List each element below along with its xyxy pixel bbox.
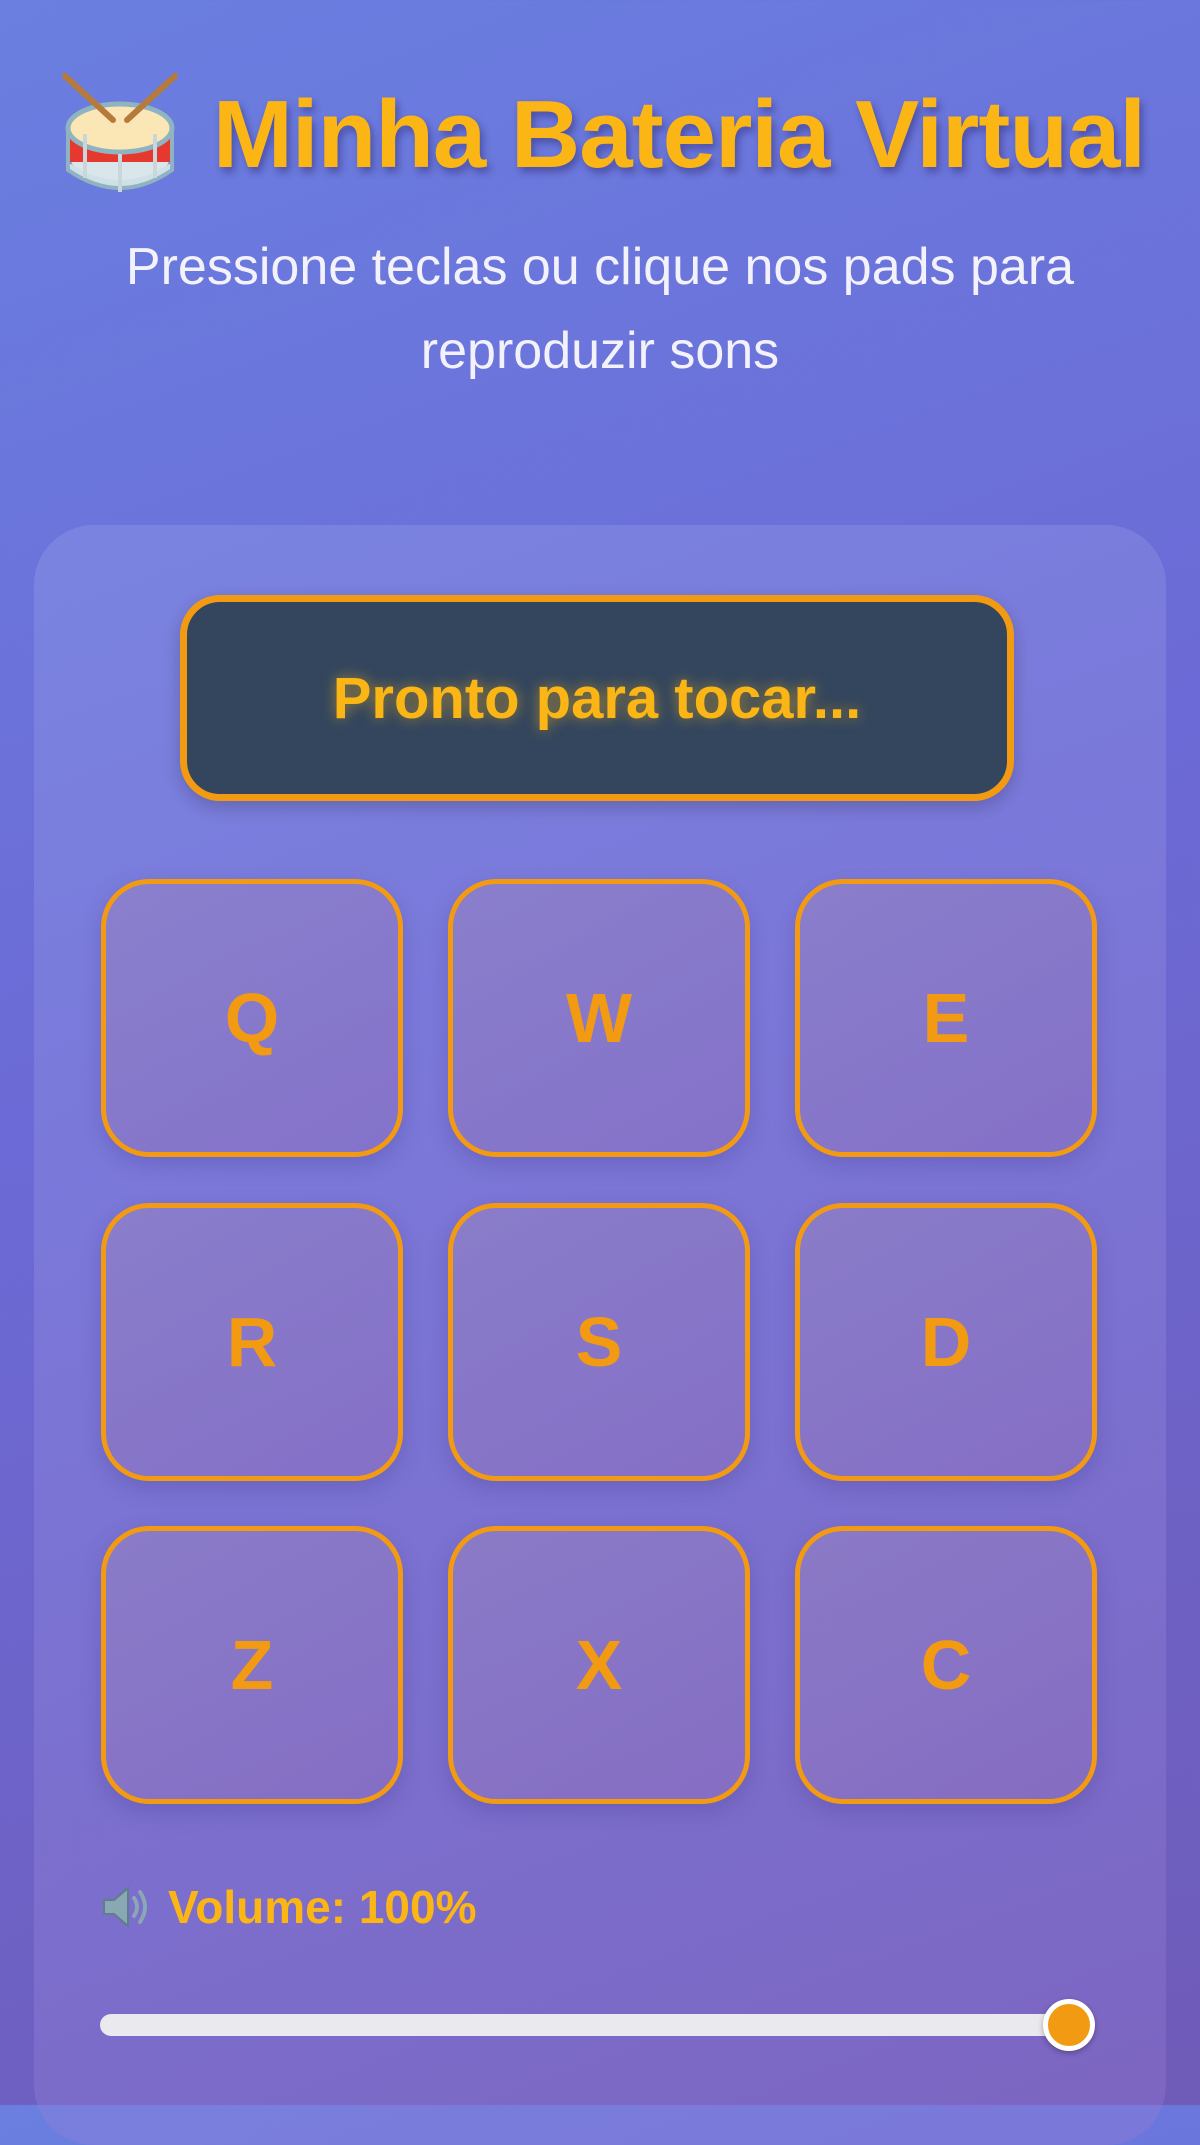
title-row: Minha Bateria Virtual xyxy=(0,70,1200,200)
drum-pad-w[interactable]: W xyxy=(448,879,750,1157)
status-display: Pronto para tocar... xyxy=(180,595,1014,801)
pad-key-label: Q xyxy=(224,979,280,1057)
drum-pad-e[interactable]: E xyxy=(795,879,1097,1157)
page-title: Minha Bateria Virtual xyxy=(212,81,1146,188)
drum-pad-c[interactable]: C xyxy=(795,1526,1097,1804)
pad-key-label: R xyxy=(226,1303,278,1381)
volume-slider-track[interactable] xyxy=(100,2014,1070,2036)
drum-pad-z[interactable]: Z xyxy=(101,1526,403,1804)
pad-key-label: S xyxy=(575,1303,623,1381)
drum-pad-q[interactable]: Q xyxy=(101,879,403,1157)
status-text: Pronto para tocar... xyxy=(332,665,862,731)
drum-pad-d[interactable]: D xyxy=(795,1203,1097,1481)
volume-slider-thumb[interactable] xyxy=(1043,1999,1095,2051)
drum-icon xyxy=(61,73,178,192)
pad-key-label: D xyxy=(920,1303,972,1381)
pad-key-label: W xyxy=(565,979,633,1057)
drum-pad-s[interactable]: S xyxy=(448,1203,750,1481)
speaker-icon xyxy=(103,1885,147,1929)
drum-pad-x[interactable]: X xyxy=(448,1526,750,1804)
pad-key-label: X xyxy=(575,1626,623,1704)
pad-key-label: Z xyxy=(230,1626,274,1704)
volume-label: Volume: 100% xyxy=(100,1880,476,1934)
page-subtitle: Pressione teclas ou clique nos pads para… xyxy=(125,238,1075,380)
drum-pad-r[interactable]: R xyxy=(101,1203,403,1481)
pad-key-label: C xyxy=(920,1626,972,1704)
volume-text: Volume: 100% xyxy=(168,1881,477,1933)
pad-key-label: E xyxy=(922,979,970,1057)
